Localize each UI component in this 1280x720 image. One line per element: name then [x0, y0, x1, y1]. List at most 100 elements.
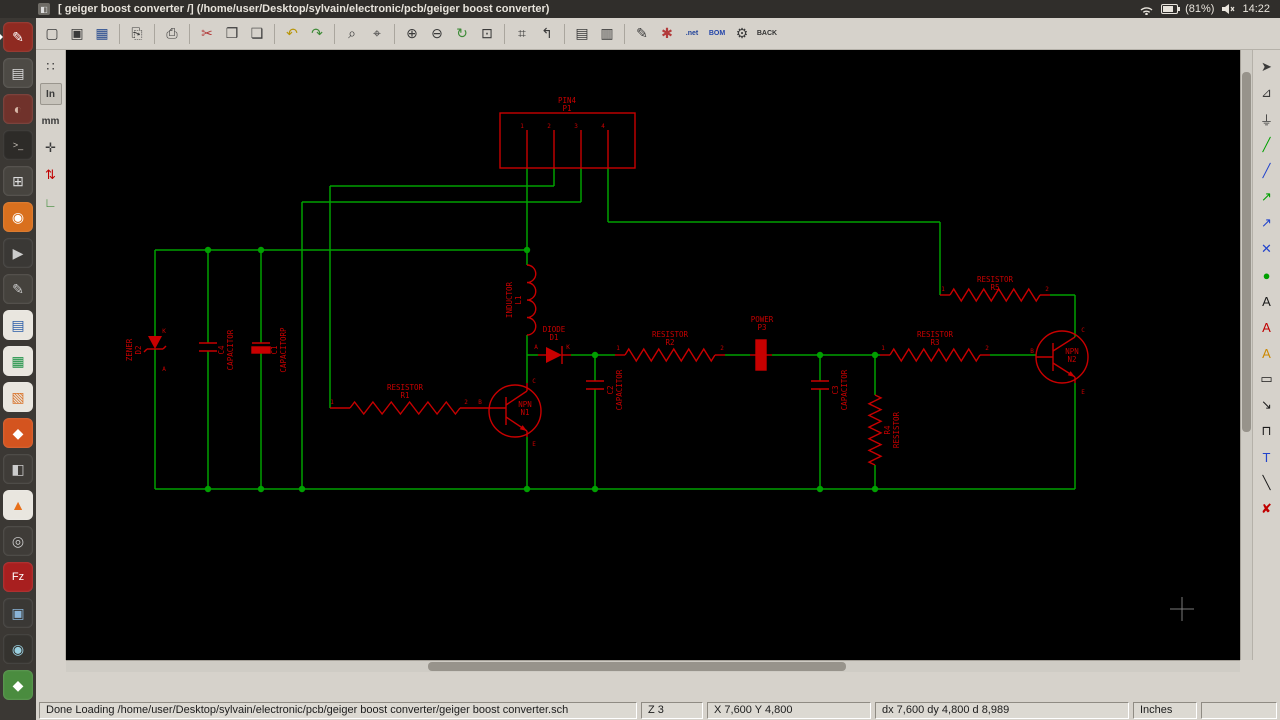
toolbar-zoom-out[interactable]: ⊖: [425, 22, 449, 46]
launcher-files[interactable]: ▤: [3, 58, 33, 88]
launcher-remote-desktop[interactable]: ▣: [3, 598, 33, 628]
svg-text:1: 1: [941, 286, 945, 293]
launcher-software-center[interactable]: ◆: [3, 418, 33, 448]
toolbar-find[interactable]: ⌕: [340, 22, 364, 46]
launcher-photos[interactable]: ◧: [3, 454, 33, 484]
tool-import-sheet-pin[interactable]: ↘: [1256, 394, 1278, 416]
status-delta: dx 7,600 dy 4,800 d 8,989: [875, 701, 1129, 719]
launcher-webcam[interactable]: ◉: [3, 634, 33, 664]
launcher-kicad[interactable]: ✎: [0, 22, 33, 52]
toolbar-page-settings[interactable]: ⎘: [125, 22, 149, 46]
tool-global-label[interactable]: A: [1256, 316, 1278, 338]
status-extra: [1201, 701, 1277, 719]
text-editor-icon: ✎: [12, 281, 24, 297]
tool-graphic-line[interactable]: ╲: [1256, 472, 1278, 494]
vertical-scrollbar-thumb[interactable]: [1242, 72, 1251, 432]
toolbar-assign-footprints[interactable]: ⚙: [730, 22, 754, 46]
launcher-disc-burner[interactable]: ◎: [3, 526, 33, 556]
toolbar-erc-check[interactable]: ✱: [655, 22, 679, 46]
toolbar-back-annotate[interactable]: BACK: [755, 22, 779, 46]
wifi-icon[interactable]: [1139, 3, 1154, 15]
launcher-libreoffice-impress[interactable]: ▧: [3, 382, 33, 412]
volume-icon[interactable]: [1221, 3, 1235, 15]
toolbar-netlist[interactable]: .net: [680, 22, 704, 46]
tool-no-connect-flag[interactable]: ✕: [1256, 238, 1278, 260]
launcher-app-red[interactable]: ◐: [3, 94, 33, 124]
svg-text:2: 2: [547, 123, 551, 130]
kicad-window: ▢ ▣ ▦ ⎘ ⎙ ✂ ❐ ❏ ↶ ↷ ⌕ ⌖ ⊕ ⊖ ↻ ⊡ ⌗ ↰ ▤ ▥ ✎ ✱ .net BOM ⚙ BACK ∷ In mm…: [36, 18, 1280, 720]
zoom-fit-icon: ⊡: [481, 25, 493, 41]
tool-place-wire[interactable]: ╱: [1256, 134, 1278, 156]
battery-fill: [1163, 6, 1174, 12]
toolbar-undo[interactable]: ↶: [280, 22, 304, 46]
toolbar-find-replace[interactable]: ⌖: [365, 22, 389, 46]
lefttool-hidden-pins[interactable]: ⇅: [40, 164, 62, 186]
launcher-libreoffice-writer[interactable]: ▤: [3, 310, 33, 340]
toolbar-zoom-in[interactable]: ⊕: [400, 22, 424, 46]
tool-cursor[interactable]: ➤: [1256, 56, 1278, 78]
launcher-filezilla[interactable]: Fz: [3, 562, 33, 592]
svg-text:R2: R2: [665, 338, 674, 347]
toolbar-library-browser[interactable]: ▥: [595, 22, 619, 46]
tool-place-bus[interactable]: ╱: [1256, 160, 1278, 182]
schematic-drawing[interactable]: PIN4P11 2 3 4ZENER D2KAC4 CAPACITOR C1 CAPACITO…: [66, 50, 1240, 660]
launcher-firefox[interactable]: ◉: [3, 202, 33, 232]
tool-hierarchical-sheet[interactable]: ▭: [1256, 368, 1278, 390]
place-junction-icon: ●: [1262, 267, 1271, 283]
launcher-terminal[interactable]: >_: [3, 130, 33, 160]
toolbar-separator: [154, 23, 155, 44]
toolbar-zoom-redraw[interactable]: ↻: [450, 22, 474, 46]
toolbar-leave-sheet[interactable]: ↰: [535, 22, 559, 46]
schematic-canvas[interactable]: PIN4 P1 1 2 3 4 ZENER D2 K A C4 CAPACITOR C1 CAPACITO…: [66, 50, 1240, 660]
lefttool-units-inches[interactable]: In: [39, 83, 62, 105]
tool-place-junction[interactable]: ●: [1256, 264, 1278, 286]
wire-to-bus-entry-icon: ↗: [1261, 189, 1272, 204]
svg-text:R5: R5: [990, 283, 999, 292]
lefttool-hv-orientation[interactable]: ∟: [40, 191, 62, 213]
launcher-vlc[interactable]: ▲: [3, 490, 33, 520]
vertical-scrollbar[interactable]: [1240, 50, 1252, 660]
toolbar-hierarchy-navigator[interactable]: ⌗: [510, 22, 534, 46]
lefttool-grid-toggle[interactable]: ∷: [40, 56, 62, 78]
tool-place-component[interactable]: ⊿: [1256, 82, 1278, 104]
horizontal-scrollbar[interactable]: [66, 660, 1240, 672]
lefttool-cursor-shape[interactable]: ✛: [40, 137, 62, 159]
launcher-calculator[interactable]: ⊞: [3, 166, 33, 196]
bus-to-bus-entry-icon: ↗: [1261, 215, 1272, 230]
launcher-media-player[interactable]: ▶: [3, 238, 33, 268]
calculator-icon: ⊞: [12, 173, 24, 189]
toolbar-open-schematic[interactable]: ▣: [65, 22, 89, 46]
battery-icon[interactable]: [1161, 4, 1181, 14]
launcher-text-editor[interactable]: ✎: [3, 274, 33, 304]
tool-place-power-port[interactable]: ⏚: [1256, 108, 1278, 130]
toolbar-print[interactable]: ⎙: [160, 22, 184, 46]
toolbar-redo[interactable]: ↷: [305, 22, 329, 46]
toolbar-library-editor[interactable]: ▤: [570, 22, 594, 46]
toolbar-save-schematic[interactable]: ▦: [90, 22, 114, 46]
launcher-backup-tool[interactable]: ◆: [3, 670, 33, 700]
svg-text:2: 2: [720, 345, 724, 352]
tool-graphic-text[interactable]: T: [1256, 446, 1278, 468]
tool-delete-item[interactable]: ✘: [1256, 498, 1278, 520]
toolbar-zoom-fit[interactable]: ⊡: [475, 22, 499, 46]
firefox-icon: ◉: [11, 209, 25, 225]
svg-text:C: C: [1081, 327, 1085, 334]
horizontal-scrollbar-thumb[interactable]: [428, 662, 846, 671]
toolbar-separator: [504, 23, 505, 44]
tool-sheet-pin[interactable]: ⊓: [1256, 420, 1278, 442]
toolbar-bom[interactable]: BOM: [705, 22, 729, 46]
delete-item-icon: ✘: [1261, 501, 1272, 516]
toolbar-paste[interactable]: ❏: [245, 22, 269, 46]
tool-wire-to-bus-entry[interactable]: ↗: [1256, 186, 1278, 208]
tool-hierarchical-label[interactable]: A: [1256, 342, 1278, 364]
toolbar-cut[interactable]: ✂: [195, 22, 219, 46]
toolbar-copy[interactable]: ❐: [220, 22, 244, 46]
launcher-libreoffice-calc[interactable]: ▦: [3, 346, 33, 376]
toolbar-new-schematic[interactable]: ▢: [40, 22, 64, 46]
lefttool-units-mm[interactable]: mm: [40, 110, 62, 132]
toolbar-annotate[interactable]: ✎: [630, 22, 654, 46]
tool-bus-to-bus-entry[interactable]: ↗: [1256, 212, 1278, 234]
tool-net-label[interactable]: A: [1256, 290, 1278, 312]
app-red-icon: ◐: [13, 101, 23, 117]
hierarchy-navigator-icon: ⌗: [518, 25, 526, 41]
